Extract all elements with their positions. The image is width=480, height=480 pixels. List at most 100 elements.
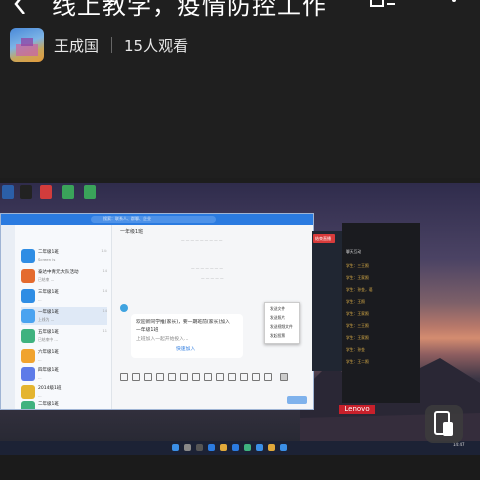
menu-item[interactable]: 发起投票 xyxy=(270,333,285,339)
conversation-item[interactable]: 泰达中青元大队活动 已结束 ... 14 xyxy=(21,267,107,285)
conversation-name: 五年级1班 xyxy=(38,330,59,335)
wechat-icon[interactable] xyxy=(244,444,251,451)
system-message: — — — — — — — — — xyxy=(181,238,223,242)
menu-item[interactable]: 发送照片 xyxy=(270,315,285,321)
conversation-item[interactable]: 四年级1班 ... xyxy=(21,365,107,383)
search-icon[interactable] xyxy=(184,444,191,451)
conversation-list: 二年级1班 Screen is 14: 泰达中青元大队活动 已结束 ... 14… xyxy=(15,225,112,409)
end-live-label: 结束直播 xyxy=(315,236,331,241)
message-text: 上班加入一起开始投入... xyxy=(136,337,189,342)
conversation-preview: ... xyxy=(38,357,42,362)
edge-icon[interactable] xyxy=(208,444,215,451)
folder-icon[interactable] xyxy=(144,373,152,381)
chat-line: 学生：孙金 xyxy=(346,347,365,352)
chat-line: 学生：孙金，语 xyxy=(346,287,373,292)
search-placeholder: 搜索：联系人、群聊、企业 xyxy=(103,216,151,221)
conversation-name: 二年级1班 xyxy=(38,402,59,407)
input-toolbar xyxy=(112,373,313,383)
screen-icon[interactable] xyxy=(192,373,200,381)
message-text: 欢迎新同学推(家长)，要一期班前(家长)加入 xyxy=(136,320,230,325)
bottom-bar xyxy=(0,455,480,480)
conversation-name: 一年级1班 xyxy=(38,310,59,315)
conversation-item[interactable]: 六年级1班 ... xyxy=(21,347,107,365)
app-icon[interactable] xyxy=(232,444,239,451)
article-header xyxy=(0,0,480,178)
desktop-app-icon[interactable] xyxy=(40,185,52,199)
send-button[interactable] xyxy=(287,396,307,404)
back-arrow-icon[interactable] xyxy=(10,0,34,15)
chat-line: 学生：王家照 xyxy=(346,275,369,280)
folder-icon[interactable] xyxy=(220,444,227,451)
mic-icon[interactable] xyxy=(168,373,176,381)
message-bubble[interactable]: 欢迎新同学推(家长)，要一期班前(家长)加入 一年级1班 上班加入一起开始投入.… xyxy=(131,314,243,358)
conversation-avatar xyxy=(21,367,35,381)
system-message: — — — — — — — xyxy=(191,266,224,270)
share-icon[interactable] xyxy=(369,0,403,14)
more-icon[interactable] xyxy=(264,373,272,381)
conversation-preview: Screen is xyxy=(38,257,56,262)
vote-icon[interactable] xyxy=(228,373,236,381)
conversation-time: 14 xyxy=(102,269,107,273)
taskview-icon[interactable] xyxy=(196,444,203,451)
chat-line: 学生：王家照 xyxy=(346,311,369,316)
article-title: 线上教学，疫情防控工作 xyxy=(52,0,327,20)
conversation-preview: ... xyxy=(38,393,42,398)
qq-icon[interactable] xyxy=(20,185,32,199)
conversation-item[interactable]: 二年级1班 Screen is 14: xyxy=(21,247,107,265)
emoji-icon[interactable] xyxy=(120,373,128,381)
plus-icon[interactable] xyxy=(280,373,288,381)
panel-heading: 聊天互动 xyxy=(346,249,362,254)
conversation-avatar xyxy=(21,289,35,303)
chat-line: 学生：王照 xyxy=(346,299,365,304)
conversation-preview: ... xyxy=(38,297,42,302)
join-link[interactable]: 快速加入 xyxy=(176,345,195,352)
app-icon[interactable] xyxy=(268,444,275,451)
menu-item[interactable]: 发送文件 xyxy=(270,306,285,312)
calendar-icon[interactable] xyxy=(216,373,224,381)
desktop-app-icon[interactable] xyxy=(2,185,14,199)
scissors-icon[interactable] xyxy=(132,373,140,381)
excel-file-icon[interactable] xyxy=(84,185,96,199)
message-text: 一年级1班 xyxy=(136,328,159,333)
conversation-time: 14 xyxy=(102,289,107,293)
conversation-item-selected[interactable]: 一年级1班 上线为 ... 14 xyxy=(21,307,107,325)
conversation-avatar xyxy=(21,401,35,409)
conversation-avatar xyxy=(21,269,35,283)
end-live-button[interactable]: 结束直播 xyxy=(313,234,335,243)
image-icon[interactable] xyxy=(156,373,164,381)
picture-in-picture-icon[interactable] xyxy=(425,405,463,443)
video-icon[interactable] xyxy=(180,373,188,381)
conversation-preview: 已结束 ... xyxy=(38,277,55,282)
conversation-name: 六年级1班 xyxy=(38,350,59,355)
excel-file-icon[interactable] xyxy=(62,185,74,199)
windows-taskbar xyxy=(0,441,480,455)
gift-icon[interactable] xyxy=(252,373,260,381)
live-chat-panel: 聊天互动 学生：三王照 学生：王家照 学生：孙金，语 学生：王照 学生：王家照 … xyxy=(342,223,420,403)
conversation-avatar xyxy=(21,385,35,399)
author-avatar[interactable] xyxy=(10,28,44,62)
conversation-preview: 上线为 ... xyxy=(38,317,55,322)
more-options-icon[interactable] xyxy=(444,0,464,14)
video-player[interactable]: 搜索：联系人、群聊、企业 二年级1班 Screen is 14: 泰达中青元大队… xyxy=(0,183,480,455)
conversation-item[interactable]: 二年级1班 xyxy=(21,399,107,409)
conversation-item[interactable]: 五年级1班 已结束中 ... 11 xyxy=(21,327,107,345)
chat-line: 学生：王二照 xyxy=(346,359,369,364)
menu-item[interactable]: 发送视频文件 xyxy=(270,324,293,330)
conversation-time: 11 xyxy=(102,329,107,333)
conversation-name: 二年级1班 xyxy=(38,250,59,255)
history-icon[interactable] xyxy=(204,373,212,381)
conversation-name: 泰达中青元大队活动 xyxy=(38,270,79,275)
conversation-name: 2014级1班 xyxy=(38,386,62,391)
file-icon[interactable] xyxy=(240,373,248,381)
live-preview-area xyxy=(312,231,344,371)
conversation-time: 14 xyxy=(102,309,107,313)
app-icon[interactable] xyxy=(256,444,263,451)
windows-start-icon[interactable] xyxy=(172,444,179,451)
app-icon[interactable] xyxy=(280,444,287,451)
conversation-preview: 已结束中 ... xyxy=(38,337,59,342)
chat-line: 学生：三王照 xyxy=(346,323,369,328)
lenovo-logo: Lenovo xyxy=(339,405,375,414)
author-name[interactable]: 王成国 xyxy=(54,35,99,56)
conversation-item[interactable]: 三年级1班 ... 14 xyxy=(21,287,107,305)
nav-sidebar xyxy=(1,225,15,409)
